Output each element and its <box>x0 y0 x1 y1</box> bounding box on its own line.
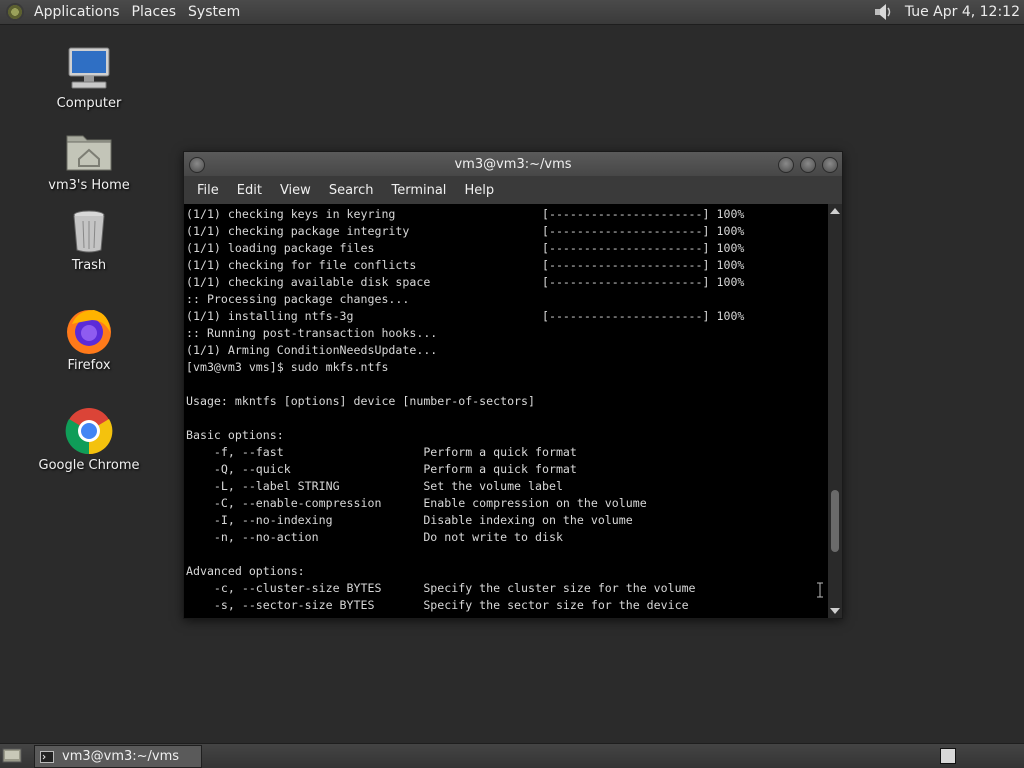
menu-search[interactable]: Search <box>320 183 383 198</box>
terminal-line: -L, --label STRING Set the volume label <box>186 479 563 493</box>
taskbar-terminal-button[interactable]: vm3@vm3:~/vms <box>34 745 202 768</box>
terminal-line: :: Running post-transaction hooks... <box>186 326 438 340</box>
terminal-line: -I, --no-indexing Disable indexing on th… <box>186 513 633 527</box>
desktop-icon-label: Firefox <box>67 358 111 373</box>
firefox-icon <box>67 310 111 354</box>
window-titlebar[interactable]: vm3@vm3:~/vms <box>184 152 842 176</box>
terminal-window: vm3@vm3:~/vms File Edit View Search Term… <box>183 151 843 619</box>
terminal-line: (1/1) checking for file conflicts [-----… <box>186 258 745 272</box>
text-cursor-icon <box>817 582 823 598</box>
desktop-icon-label: Trash <box>71 258 107 273</box>
terminal-icon <box>40 750 54 763</box>
terminal-line: [vm3@vm3 vms]$ sudo mkfs.ntfs <box>186 360 389 374</box>
terminal-scrollbar[interactable] <box>828 204 842 618</box>
places-menu[interactable]: Places <box>128 4 185 20</box>
terminal-line: -c, --cluster-size BYTES Specify the clu… <box>186 581 696 595</box>
terminal-line: -C, --enable-compression Enable compress… <box>186 496 647 510</box>
top-panel: Applications Places System Tue Apr 4, 12… <box>0 0 1024 25</box>
clock[interactable]: Tue Apr 4, 12:12 <box>901 4 1024 20</box>
show-desktop-icon[interactable] <box>2 747 22 764</box>
desktop-icon-label: Computer <box>56 96 122 111</box>
bottom-panel: vm3@vm3:~/vms <box>0 743 1024 768</box>
desktop-icon-home[interactable]: vm3's Home <box>34 126 144 193</box>
desktop-icon-trash[interactable]: Trash <box>34 206 144 273</box>
chrome-icon <box>65 408 113 455</box>
terminal-line: Advanced options: <box>186 564 305 578</box>
desktop-icon-label: vm3's Home <box>48 178 130 193</box>
terminal-text: (1/1) checking keys in keyring [--------… <box>184 204 828 616</box>
window-menu-button[interactable] <box>189 157 205 173</box>
menu-edit[interactable]: Edit <box>228 183 271 198</box>
terminal-line: -s, --sector-size BYTES Specify the sect… <box>186 598 689 612</box>
workspace-switcher[interactable] <box>940 748 956 764</box>
computer-icon <box>68 47 110 89</box>
maximize-button[interactable] <box>800 157 816 173</box>
applications-menu[interactable]: Applications <box>30 4 128 20</box>
taskbar-label: vm3@vm3:~/vms <box>62 749 180 764</box>
terminal-line: (1/1) loading package files [-----------… <box>186 241 745 255</box>
system-menu[interactable]: System <box>184 4 248 20</box>
scrollbar-thumb[interactable] <box>831 490 839 552</box>
distro-logo-icon[interactable] <box>6 3 24 21</box>
terminal-line: -n, --no-action Do not write to disk <box>186 530 563 544</box>
terminal-output[interactable]: (1/1) checking keys in keyring [--------… <box>184 204 828 618</box>
menu-terminal[interactable]: Terminal <box>382 183 455 198</box>
terminal-menubar: File Edit View Search Terminal Help <box>184 176 842 204</box>
scroll-down-arrow-icon[interactable] <box>830 608 840 614</box>
window-title: vm3@vm3:~/vms <box>454 156 572 172</box>
terminal-line: -Q, --quick Perform a quick format <box>186 462 577 476</box>
desktop-icon-chrome[interactable]: Google Chrome <box>34 406 144 473</box>
menu-file[interactable]: File <box>188 183 228 198</box>
terminal-line: -f, --fast Perform a quick format <box>186 445 577 459</box>
minimize-button[interactable] <box>778 157 794 173</box>
volume-icon[interactable] <box>873 3 895 21</box>
terminal-line: Usage: mkntfs [options] device [number-o… <box>186 394 536 408</box>
menu-help[interactable]: Help <box>455 183 503 198</box>
panel-tray: Tue Apr 4, 12:12 <box>873 0 1024 24</box>
terminal-line: (1/1) Arming ConditionNeedsUpdate... <box>186 343 438 357</box>
home-folder-icon <box>66 135 112 171</box>
terminal-line: (1/1) checking keys in keyring [--------… <box>186 207 745 221</box>
terminal-line: (1/1) installing ntfs-3g [--------------… <box>186 309 745 323</box>
scroll-up-arrow-icon[interactable] <box>830 208 840 214</box>
terminal-line: (1/1) checking available disk space [---… <box>186 275 745 289</box>
desktop-icon-label: Google Chrome <box>38 458 140 473</box>
menu-view[interactable]: View <box>271 183 320 198</box>
desktop-icon-computer[interactable]: Computer <box>34 44 144 111</box>
desktop-icon-firefox[interactable]: Firefox <box>34 306 144 373</box>
trash-icon <box>73 210 105 253</box>
close-button[interactable] <box>822 157 838 173</box>
terminal-line: Basic options: <box>186 428 284 442</box>
terminal-line: (1/1) checking package integrity [------… <box>186 224 745 238</box>
terminal-line: :: Processing package changes... <box>186 292 410 306</box>
